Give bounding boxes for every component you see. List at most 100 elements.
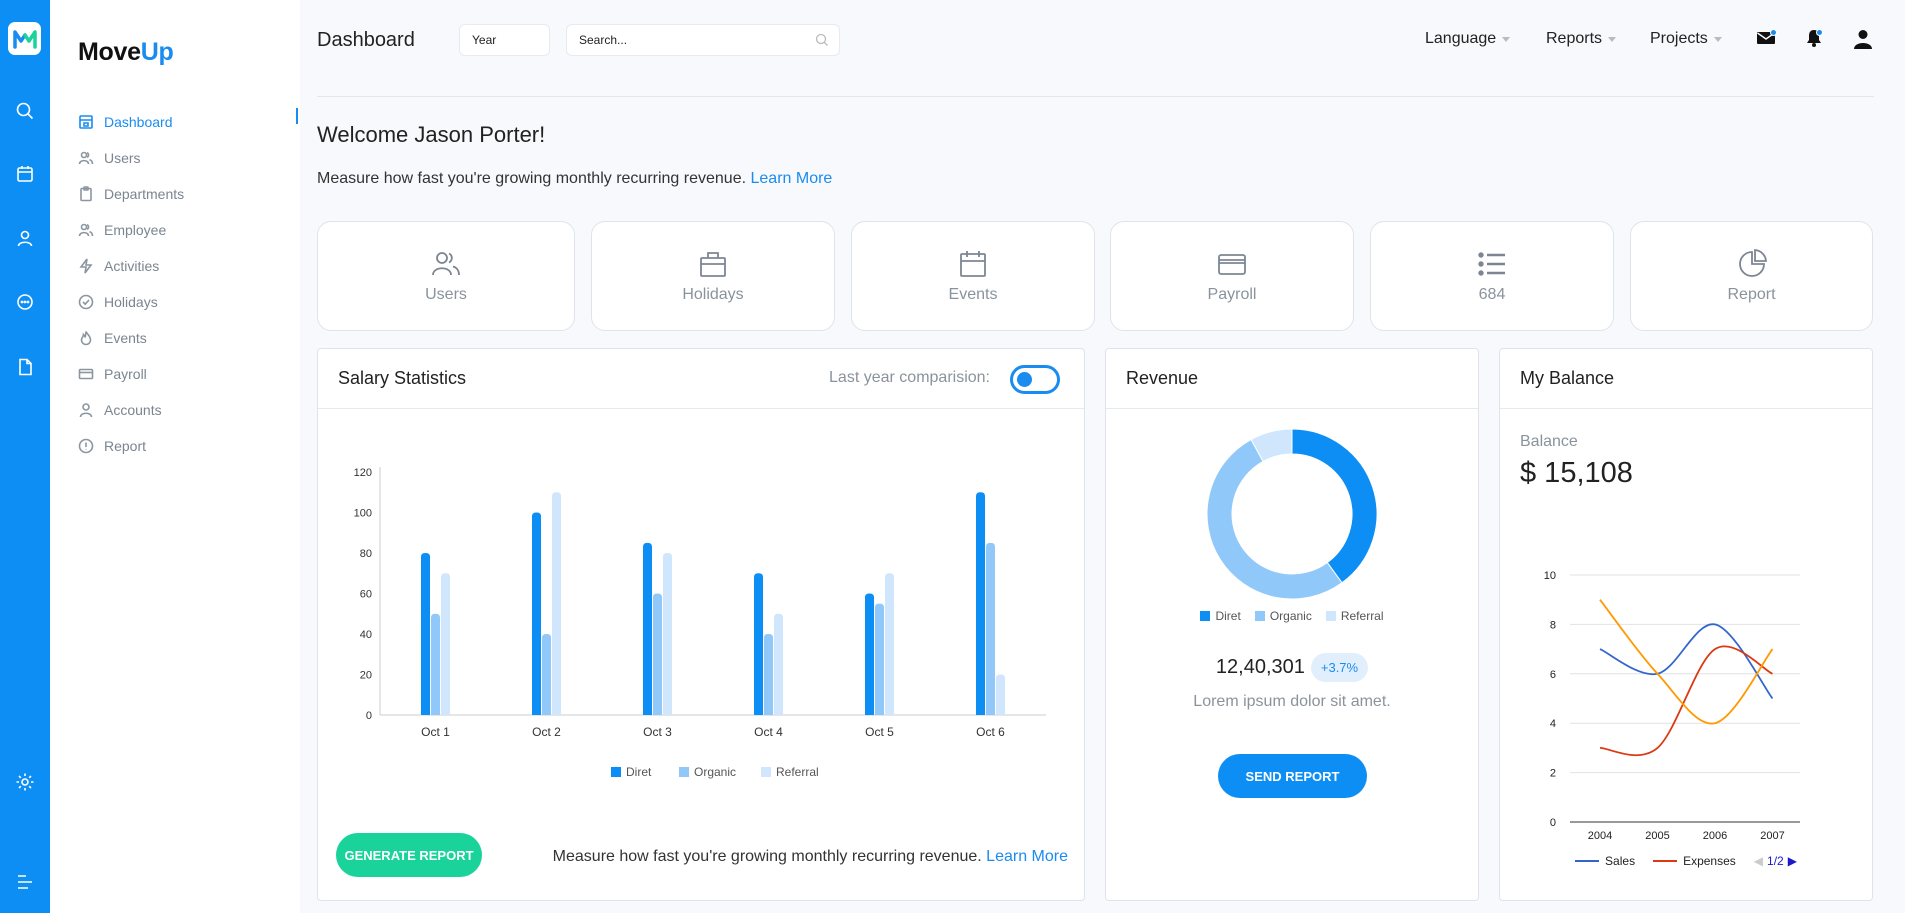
revenue-value: 12,40,301	[1215, 656, 1305, 678]
calendar-icon[interactable]	[13, 162, 37, 186]
donut-slice	[1291, 428, 1378, 584]
header-divider	[317, 96, 1874, 97]
tile-list[interactable]: 684	[1370, 221, 1614, 331]
sidebar-item-users[interactable]: Users	[78, 140, 288, 176]
sidebar-item-payroll[interactable]: Payroll	[78, 356, 288, 392]
top-header: Dashboard Year Language Reports Projects	[300, 0, 1905, 97]
sidebar-item-label: Accounts	[104, 402, 162, 418]
pie-icon	[1738, 249, 1767, 277]
legend-item-expenses: Expenses	[1653, 854, 1736, 868]
menu-label: Projects	[1650, 30, 1708, 47]
learn-more-link[interactable]: Learn More	[986, 848, 1068, 865]
year-select[interactable]: Year	[459, 24, 550, 56]
sidebar-item-accounts[interactable]: Accounts	[78, 392, 288, 428]
calendar-icon	[960, 251, 986, 277]
send-report-button[interactable]: SEND REPORT	[1218, 754, 1367, 798]
chat-icon[interactable]	[13, 290, 37, 314]
sidebar-item-label: Report	[104, 438, 147, 454]
x-tick-label: Oct 2	[532, 725, 561, 739]
search-icon[interactable]	[13, 99, 37, 123]
tile-report[interactable]: Report	[1630, 221, 1873, 331]
user-icon[interactable]	[13, 226, 37, 250]
card-icon	[78, 368, 94, 380]
legend-swatch	[1200, 611, 1211, 621]
x-tick-label: 2007	[1760, 830, 1784, 842]
menu-icon[interactable]	[13, 870, 37, 894]
generate-report-button[interactable]: GENERATE REPORT	[336, 833, 482, 877]
card-header: Revenue	[1106, 349, 1478, 409]
tile-label: Holidays	[682, 286, 744, 303]
card-header: My Balance	[1500, 349, 1872, 409]
prev-page-icon[interactable]: ◀	[1754, 854, 1763, 868]
search-icon[interactable]	[815, 33, 829, 47]
growth-badge: +3.7%	[1310, 653, 1369, 682]
x-tick-label: 2004	[1588, 830, 1612, 842]
bar	[865, 593, 874, 715]
sidebar-item-dashboard[interactable]: Dashboard	[78, 104, 288, 140]
next-page-icon[interactable]: ▶	[1788, 854, 1797, 868]
users-icon	[432, 252, 460, 276]
bar	[663, 553, 672, 715]
y-tick-label: 4	[1550, 718, 1556, 730]
brand-logo[interactable]: MoveUp	[78, 38, 174, 67]
language-menu[interactable]: Language	[1425, 30, 1511, 48]
bell-icon[interactable]	[1804, 28, 1826, 50]
notification-dot	[1816, 29, 1823, 36]
file-icon[interactable]	[13, 355, 37, 379]
legend-label: Organic	[694, 765, 736, 779]
x-tick-label: Oct 3	[643, 725, 672, 739]
search-input[interactable]	[566, 24, 840, 56]
bar	[996, 674, 1005, 715]
sidebar-item-holidays[interactable]: Holidays	[78, 284, 288, 320]
sidebar-nav: Dashboard Users Departments Employee Act…	[78, 104, 288, 464]
dashboard-icon	[79, 115, 93, 129]
sidebar-item-employee[interactable]: Employee	[78, 212, 288, 248]
lightning-icon	[79, 258, 93, 274]
welcome-subtitle: Measure how fast you're growing monthly …	[317, 170, 832, 188]
legend-swatch	[611, 767, 621, 777]
app-logo[interactable]	[8, 22, 41, 55]
legend-pager: 1/2	[1767, 854, 1784, 868]
tile-label: Payroll	[1207, 286, 1257, 303]
flame-icon	[80, 331, 92, 346]
sidebar-item-events[interactable]: Events	[78, 320, 288, 356]
balance-line-chart: 0 2 4 6 8 10 2004 2005 2006 2007	[1544, 570, 1800, 842]
users-icon	[78, 223, 94, 237]
welcome-title: Welcome Jason Porter!	[317, 122, 546, 147]
sidebar-item-activities[interactable]: Activities	[78, 248, 288, 284]
sidebar-item-departments[interactable]: Departments	[78, 176, 288, 212]
mail-icon[interactable]	[1756, 28, 1778, 50]
series-line	[1599, 645, 1773, 757]
user-account-icon[interactable]	[1852, 28, 1874, 50]
bar	[421, 553, 430, 715]
comparison-toggle[interactable]	[1010, 365, 1060, 394]
bar	[764, 634, 773, 715]
active-indicator	[296, 108, 298, 124]
card-title: Revenue	[1126, 368, 1199, 388]
card-header: Salary Statistics Last year comparision:	[318, 349, 1084, 409]
y-tick-label: 0	[366, 710, 372, 722]
tile-users[interactable]: Users	[317, 221, 575, 331]
bar	[643, 542, 652, 715]
brand-name-part1: Move	[78, 38, 141, 66]
tile-holidays[interactable]: Holidays	[591, 221, 835, 331]
y-tick-label: 100	[354, 508, 372, 520]
bar	[774, 613, 783, 715]
y-tick-label: 80	[360, 548, 372, 560]
caret-down-icon	[1608, 36, 1617, 42]
salary-footer: Measure how fast you're growing monthly …	[553, 848, 1068, 866]
tile-events[interactable]: Events	[851, 221, 1095, 331]
tile-payroll[interactable]: Payroll	[1110, 221, 1354, 331]
menu-label: Language	[1425, 30, 1497, 47]
settings-icon[interactable]	[13, 770, 37, 794]
bar	[653, 593, 662, 715]
tile-label: 684	[1478, 286, 1506, 303]
tile-label: Users	[425, 286, 467, 303]
reports-menu[interactable]: Reports	[1546, 30, 1617, 48]
notification-dot	[1770, 29, 1777, 36]
learn-more-link[interactable]: Learn More	[751, 170, 833, 187]
projects-menu[interactable]: Projects	[1650, 30, 1722, 48]
x-tick-label: Oct 1	[421, 725, 450, 739]
salary-bar-chart: 0 20 40 60 80 100 120 Oct 1 Oct 2 Oct 3 Oct 4 Oct 5…	[354, 467, 1046, 779]
sidebar-item-report[interactable]: Report	[78, 428, 288, 464]
